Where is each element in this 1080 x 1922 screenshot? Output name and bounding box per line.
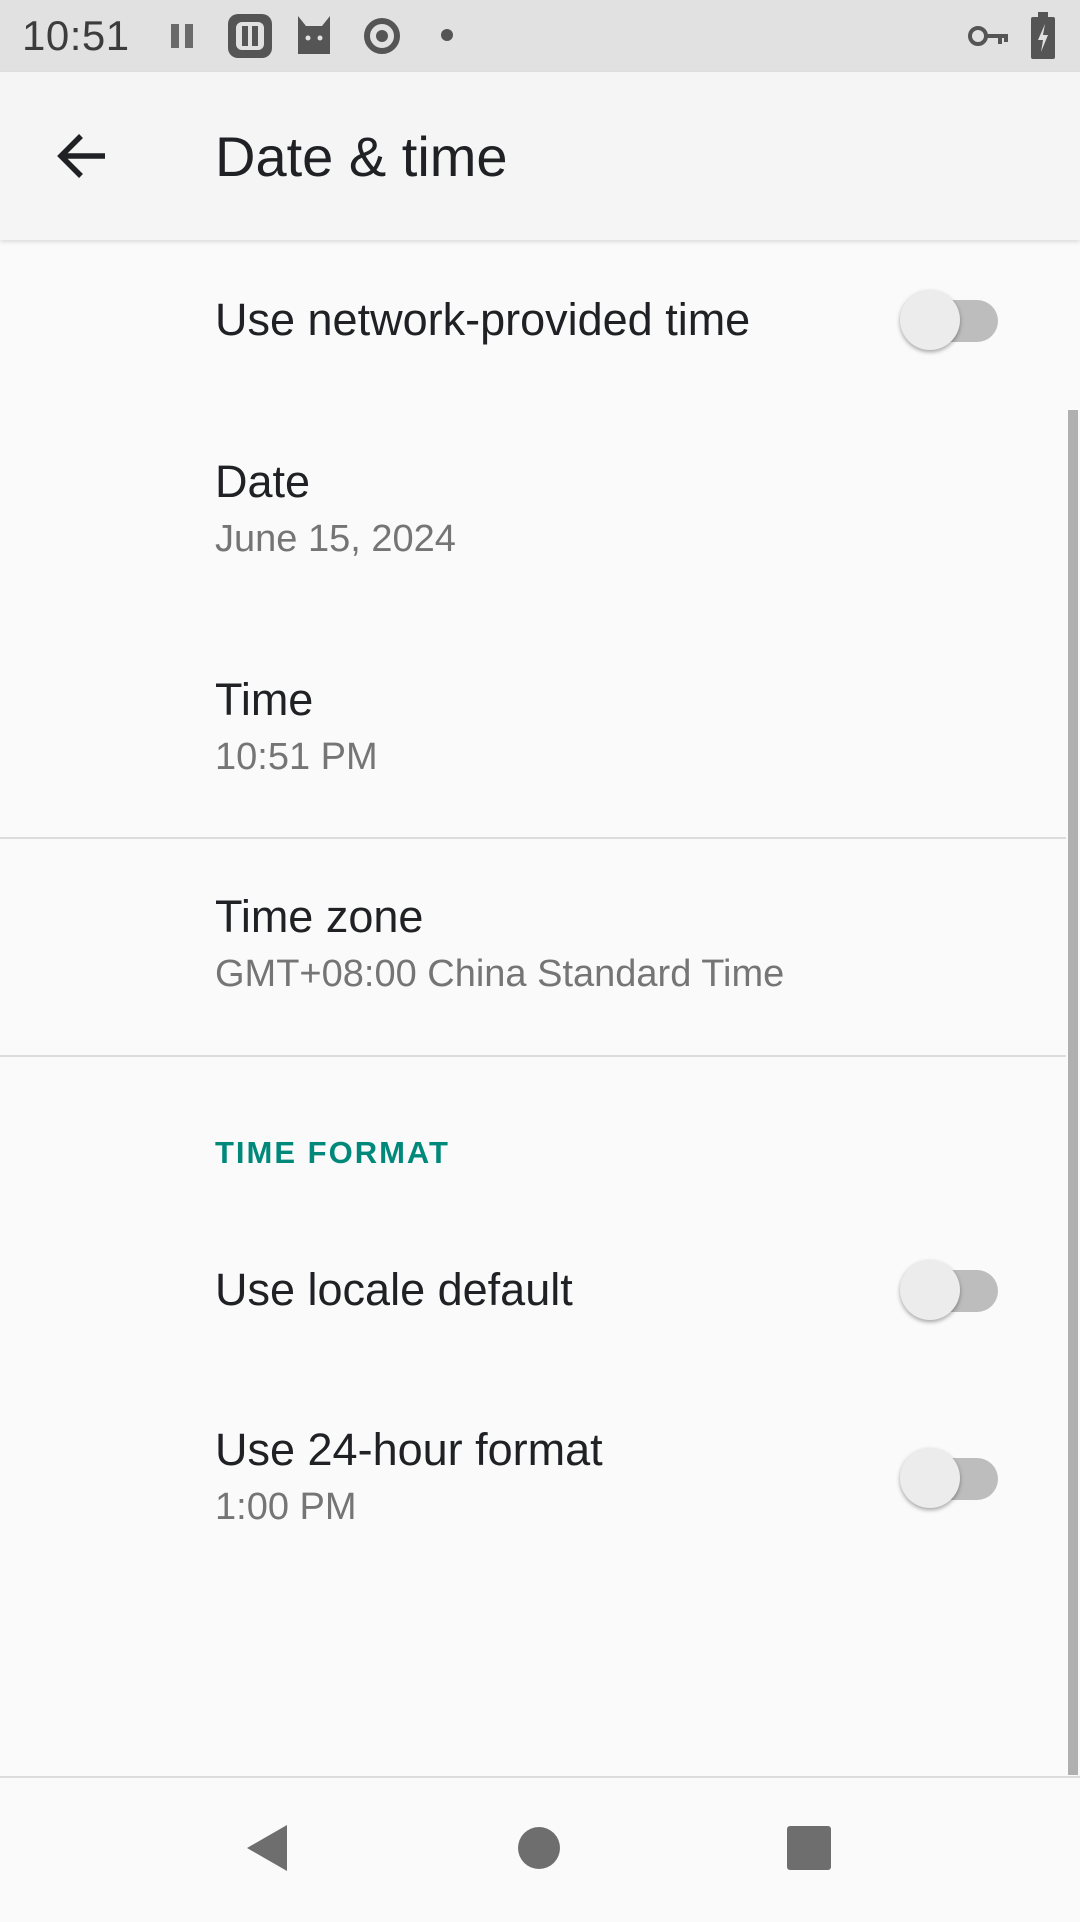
setting-title: Time zone — [215, 891, 424, 942]
nav-back-button[interactable] — [218, 1802, 314, 1898]
setting-title: Time — [215, 674, 314, 725]
setting-title: Use locale default — [215, 1264, 573, 1315]
setting-title: Date — [215, 456, 311, 507]
section-header-time-format: TIME FORMAT — [215, 1135, 450, 1170]
status-bar: 10:51 — [0, 0, 1080, 72]
network-time-switch[interactable] — [900, 286, 1000, 356]
setting-network-time[interactable]: Use network-provided time — [0, 240, 1080, 400]
divider — [0, 1055, 1066, 1057]
setting-time-zone[interactable]: Time zone GMT+08:00 China Standard Time — [0, 839, 1080, 1055]
page-title: Date & time — [215, 125, 508, 188]
arrow-back-icon — [57, 133, 107, 184]
home-circle-icon — [516, 1825, 562, 1876]
app-bar: Date & time — [0, 72, 1080, 240]
back-triangle-icon — [243, 1823, 289, 1878]
switch-thumb — [900, 290, 960, 350]
back-button[interactable] — [40, 116, 124, 200]
sync-icon — [362, 16, 402, 61]
switch-thumb — [900, 1260, 960, 1320]
setting-time[interactable]: Time 10:51 PM — [0, 618, 1080, 836]
nav-home-button[interactable] — [491, 1802, 587, 1898]
24-hour-format-switch[interactable] — [900, 1444, 1000, 1514]
pause-icon — [168, 22, 196, 55]
cat-icon — [294, 12, 334, 63]
battery-charging-icon — [1030, 12, 1056, 65]
status-time: 10:51 — [22, 12, 130, 59]
setting-value: GMT+08:00 China Standard Time — [215, 953, 785, 995]
scrollbar[interactable] — [1068, 410, 1078, 1775]
locale-default-switch[interactable] — [900, 1256, 1000, 1326]
settings-list: Use network-provided time Date June 15, … — [0, 240, 1080, 1775]
app-icon — [226, 12, 274, 65]
navigation-bar — [0, 1776, 1080, 1922]
setting-24-hour-format[interactable]: Use 24-hour format 1:00 PM — [0, 1390, 1080, 1590]
switch-thumb — [900, 1448, 960, 1508]
setting-value: 10:51 PM — [215, 736, 378, 778]
recents-square-icon — [786, 1825, 832, 1876]
setting-locale-default[interactable]: Use locale default — [0, 1230, 1080, 1380]
nav-recents-button[interactable] — [761, 1802, 857, 1898]
setting-value: 1:00 PM — [215, 1486, 357, 1528]
dot-icon — [440, 28, 454, 47]
setting-title: Use 24-hour format — [215, 1424, 603, 1475]
setting-date[interactable]: Date June 15, 2024 — [0, 400, 1080, 618]
setting-value: June 15, 2024 — [215, 518, 456, 560]
vpn-key-icon — [968, 24, 1008, 53]
setting-title: Use network-provided time — [215, 294, 751, 345]
